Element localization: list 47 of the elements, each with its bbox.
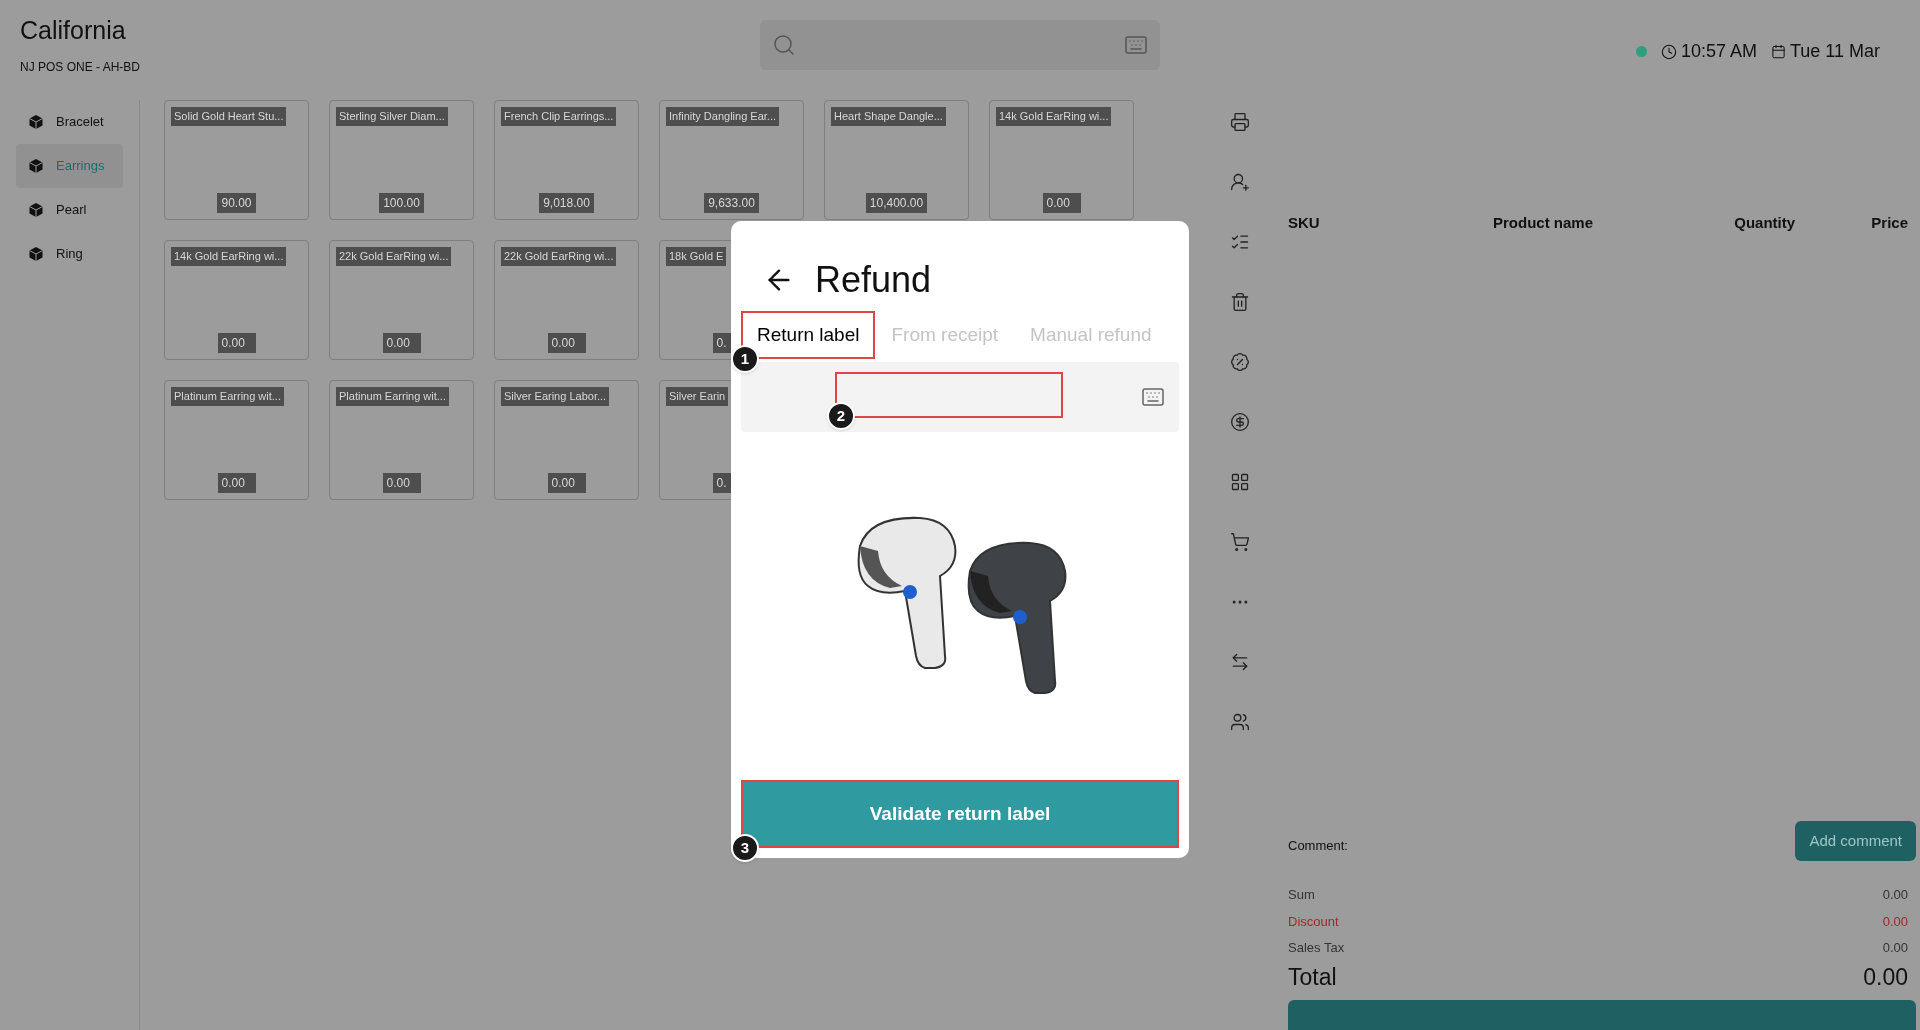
product-name: 22k Gold EarRing wi... [501,247,617,266]
product-name: Silver Earing Labor... [501,387,610,406]
total-value: 0.00 [1882,886,1908,904]
product-name: 14k Gold EarRing wi... [996,107,1112,126]
time-text: 10:57 AM [1680,40,1757,63]
column-header: Product name [1492,213,1594,233]
product-price: 0.00 [547,473,586,493]
product-price: 0.00 [547,333,586,353]
register-name: NJ POS ONE - AH-BD [20,58,142,76]
product-price: 0.00 [217,333,256,353]
product-name: 22k Gold EarRing wi... [336,247,452,266]
product-name: Silver Earin [666,387,729,406]
grand-total-value: 0.00 [1863,962,1908,992]
total-label: Discount [1288,912,1339,931]
product-name: French Clip Earrings... [501,107,617,126]
product-name: Heart Shape Dangle... [831,107,946,126]
column-header: Price [1871,213,1908,233]
product-price: 0.00 [382,473,421,493]
total-value: 0.00 [1882,912,1908,931]
product-name: 14k Gold EarRing wi... [171,247,287,266]
product-price: 100.00 [379,193,424,213]
total-value: 0.00 [1882,939,1908,957]
product-price: 9,018.00 [539,193,594,213]
callout-number: 3 [731,834,759,862]
product-name: Platinum Earring wit... [171,387,284,406]
product-price: 0.00 [1042,193,1081,213]
product-price: 0.00 [382,333,421,353]
total-label: Sum [1288,886,1315,904]
column-header: SKU [1288,213,1321,233]
grand-total-label: Total [1288,962,1337,992]
product-price: 9,633.00 [704,193,759,213]
product-name: 18k Gold E [666,247,727,266]
product-name: Sterling Silver Diam... [336,107,448,126]
dialog-title: Refund [815,258,932,302]
product-price: 90.00 [217,193,256,213]
store-title: California [20,15,127,46]
product-name: Solid Gold Heart Stu... [171,107,287,126]
product-name: Infinity Dangling Ear... [666,107,779,126]
product-name: Platinum Earring wit... [336,387,449,406]
date-text: Tue 11 Mar [1789,40,1880,63]
column-header: Quantity [1733,213,1797,233]
product-price: 10,400.00 [865,193,928,213]
product-price: 0.00 [217,473,256,493]
comment-label: Comment: [1288,837,1348,856]
callout-number: 2 [827,402,855,430]
total-label: Sales Tax [1288,939,1345,957]
callout-number: 1 [731,345,759,373]
